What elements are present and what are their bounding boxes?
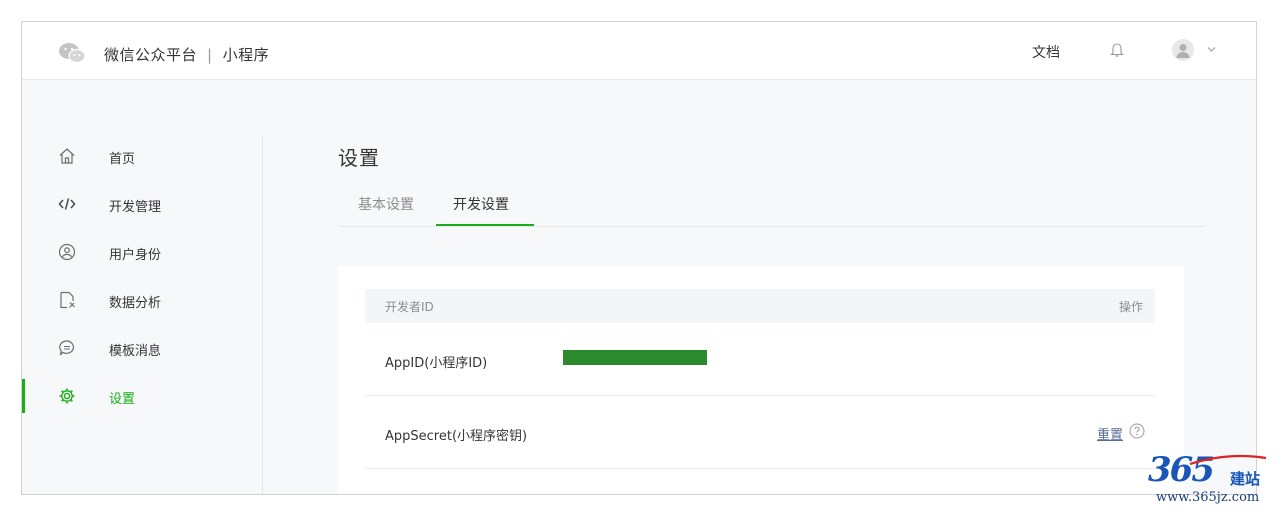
bell-icon[interactable] bbox=[1110, 40, 1124, 58]
tab-bar: 基本设置 开发设置 bbox=[338, 180, 1206, 227]
sidebar-item-settings[interactable]: 设置 bbox=[22, 379, 262, 413]
sidebar-item-label: 开发管理 bbox=[109, 200, 162, 215]
sidebar-item-label: 数据分析 bbox=[109, 296, 162, 311]
chevron-down-icon[interactable] bbox=[1207, 46, 1216, 53]
site-watermark: 365 建站 www.365jz.com bbox=[1148, 450, 1276, 510]
table-row: AppSecret(小程序密钥) 重置 bbox=[365, 396, 1155, 469]
table-header: 开发者ID 操作 bbox=[365, 289, 1155, 323]
message-icon bbox=[59, 340, 75, 356]
sidebar-item-label: 模板消息 bbox=[109, 344, 162, 359]
home-icon bbox=[59, 148, 75, 164]
gear-icon bbox=[59, 388, 75, 404]
sidebar-item-label: 首页 bbox=[109, 152, 136, 167]
body-area: 首页 开发管理 用户身份 数据分析 模板消息 设置 设置 基本设置 开发设置 开… bbox=[22, 80, 1256, 494]
top-bar: 微信公众平台 | 小程序 文档 bbox=[22, 22, 1256, 80]
appid-label: AppID(小程序ID) bbox=[385, 356, 488, 371]
avatar[interactable] bbox=[1172, 39, 1194, 61]
help-icon[interactable] bbox=[1129, 423, 1145, 439]
data-doc-icon bbox=[60, 291, 75, 309]
page-title: 设置 bbox=[338, 146, 380, 170]
appsecret-label: AppSecret(小程序密钥) bbox=[385, 429, 528, 444]
watermark-name: 建站 bbox=[1230, 470, 1261, 488]
active-indicator bbox=[22, 379, 25, 413]
table-row: AppID(小程序ID) bbox=[365, 323, 1155, 396]
sidebar: 首页 开发管理 用户身份 数据分析 模板消息 设置 bbox=[22, 135, 263, 494]
user-circle-icon bbox=[58, 243, 76, 261]
docs-link[interactable]: 文档 bbox=[1032, 42, 1060, 62]
sidebar-item-template-messages[interactable]: 模板消息 bbox=[22, 333, 262, 363]
code-icon bbox=[58, 198, 76, 210]
reset-secret-link[interactable]: 重置 bbox=[1097, 424, 1123, 443]
sidebar-item-label: 用户身份 bbox=[109, 248, 162, 263]
appid-redaction bbox=[563, 350, 707, 365]
wechat-logo-icon bbox=[59, 43, 86, 64]
watermark-url: www.365jz.com bbox=[1156, 490, 1260, 505]
product-name: 小程序 bbox=[222, 46, 270, 64]
sidebar-item-user-identity[interactable]: 用户身份 bbox=[22, 237, 262, 267]
sidebar-item-data-analysis[interactable]: 数据分析 bbox=[22, 285, 262, 315]
sidebar-item-home[interactable]: 首页 bbox=[22, 141, 262, 171]
tab-basic-settings[interactable]: 基本设置 bbox=[358, 194, 414, 214]
brand-title: 微信公众平台 | 小程序 bbox=[104, 44, 269, 65]
main-content: 设置 基本设置 开发设置 开发者ID 操作 AppID(小程序ID) AppSe… bbox=[263, 80, 1256, 494]
user-avatar-icon bbox=[1176, 44, 1190, 58]
column-header-actions: 操作 bbox=[1118, 300, 1143, 314]
sidebar-item-dev-management[interactable]: 开发管理 bbox=[22, 189, 262, 219]
sidebar-item-label: 设置 bbox=[109, 392, 136, 407]
active-tab-underline bbox=[436, 224, 534, 226]
watermark-swoosh-icon bbox=[1189, 454, 1267, 466]
brand-name: 微信公众平台 bbox=[104, 46, 198, 64]
column-header-developer-id: 开发者ID bbox=[385, 300, 434, 314]
brand-separator: | bbox=[207, 46, 213, 64]
developer-id-card: 开发者ID 操作 AppID(小程序ID) AppSecret(小程序密钥) 重… bbox=[338, 266, 1184, 494]
tab-dev-settings[interactable]: 开发设置 bbox=[453, 194, 509, 214]
app-window: 微信公众平台 | 小程序 文档 首页 开发管理 用户身份 数据分析 模板消息 设… bbox=[21, 21, 1257, 495]
